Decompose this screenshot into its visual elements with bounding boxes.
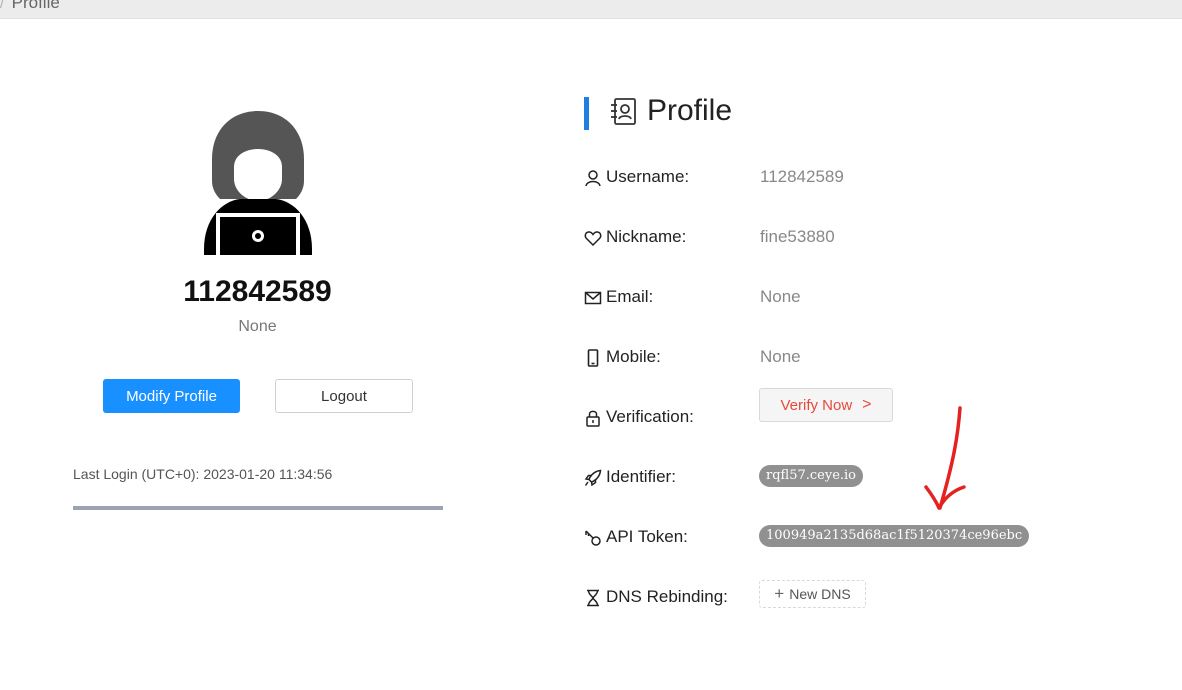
section-accent-bar <box>584 97 589 130</box>
username-row: Username: 112842589 <box>584 163 1144 193</box>
mail-icon <box>584 291 602 305</box>
dns-rebinding-row: DNS Rebinding: + New DNS <box>584 580 1144 613</box>
api-token-tag: 100949a2135d68ac1f5120374ce96ebc <box>759 525 1030 547</box>
chevron-right-icon: > <box>862 396 872 413</box>
logout-button[interactable]: Logout <box>275 379 413 413</box>
annotation-arrow-icon <box>924 406 966 510</box>
nickname-value: fine53880 <box>760 227 835 246</box>
modify-profile-button[interactable]: Modify Profile <box>103 379 240 413</box>
hacker-avatar-icon <box>204 111 312 260</box>
user-display-id: 112842589 <box>183 275 332 308</box>
mobile-row: Mobile: None <box>584 343 1144 373</box>
verification-label: Verification: <box>606 407 694 426</box>
profile-section-title: Profile <box>647 94 733 127</box>
profile-card-icon <box>611 98 636 125</box>
nickname-row: Nickname: fine53880 <box>584 223 1144 253</box>
identifier-row: Identifier: rqfl57.ceye.io <box>584 463 1144 493</box>
api-token-row: API Token: 100949a2135d68ac1f5120374ce96… <box>584 523 1144 553</box>
user-icon <box>585 170 601 187</box>
identifier-label: Identifier: <box>606 467 676 486</box>
dns-rebinding-label: DNS Rebinding: <box>606 587 728 606</box>
verify-now-button[interactable]: Verify Now > <box>759 388 893 422</box>
mobile-icon <box>587 349 599 367</box>
email-row: Email: None <box>584 283 1144 313</box>
email-value: None <box>760 287 801 306</box>
verify-now-label: Verify Now <box>780 396 853 414</box>
new-dns-label: New DNS <box>789 586 851 602</box>
username-value: 112842589 <box>760 167 844 186</box>
api-token-label: API Token: <box>606 527 688 546</box>
breadcrumb-current[interactable]: Profile <box>12 0 60 12</box>
plus-icon: + <box>774 584 785 603</box>
breadcrumb-separator: / <box>0 0 4 11</box>
login-progress-bar <box>73 506 443 510</box>
new-dns-button[interactable]: + New DNS <box>759 580 866 608</box>
verification-row: Verification: Verify Now > <box>584 388 1144 433</box>
top-breadcrumb-bar: / Profile <box>0 0 1182 19</box>
last-login-text: Last Login (UTC+0): 2023-01-20 11:34:56 <box>73 466 333 482</box>
key-icon <box>585 530 601 546</box>
email-label: Email: <box>606 287 654 306</box>
lock-icon <box>586 410 600 427</box>
hourglass-icon <box>587 589 599 607</box>
breadcrumb: / Profile <box>0 0 60 13</box>
user-subtitle: None <box>238 318 277 335</box>
login-progress-fill <box>73 506 443 510</box>
rocket-icon <box>584 469 602 487</box>
username-label: Username: <box>606 167 690 186</box>
mobile-value: None <box>760 347 801 366</box>
heart-icon <box>584 231 602 247</box>
mobile-label: Mobile: <box>606 347 661 366</box>
identifier-tag: rqfl57.ceye.io <box>759 465 864 487</box>
nickname-label: Nickname: <box>606 227 687 246</box>
